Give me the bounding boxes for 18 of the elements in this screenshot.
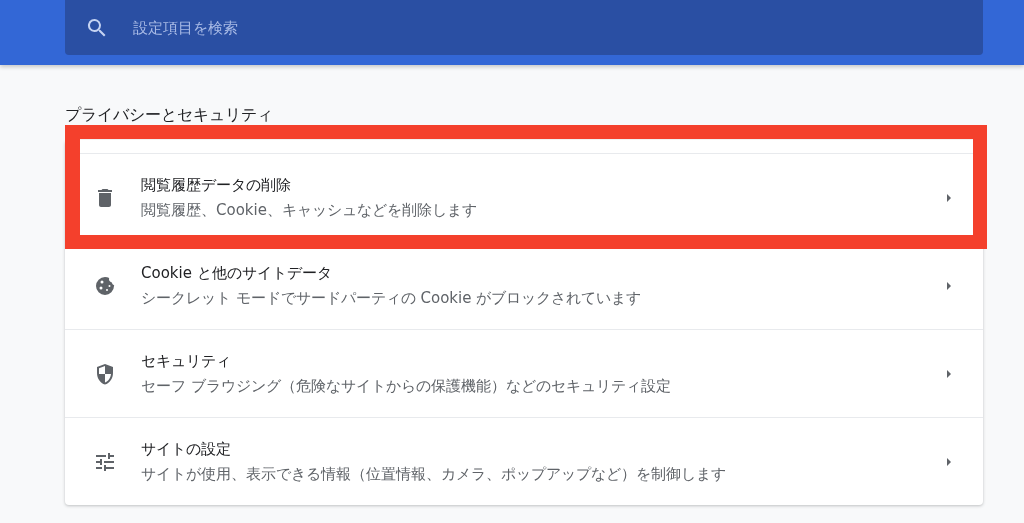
row-title: 閲覧履歴データの削除 <box>141 175 292 195</box>
settings-row[interactable]: セキュリティ セーフ ブラウジング（危険なサイトからの保護機能）などのセキュリティ設定 <box>65 329 983 417</box>
caret-icon <box>945 367 953 380</box>
row-description: シークレット モードでサードパーティの Cookie がブロックされています <box>141 288 643 308</box>
settings-row[interactable]: Cookie と他のサイトデータ シークレット モードでサードパーティの Cookie がブロックされています <box>65 241 983 329</box>
row-description: セーフ ブラウジング（危険なサイトからの保護機能）などのセキュリティ設定 <box>141 376 672 396</box>
row-description: サイトが使用、表示できる情報（位置情報、カメラ、ポップアップなど）を制御します <box>141 464 727 484</box>
caret-icon <box>945 191 953 204</box>
row-title: セキュリティ <box>141 351 232 371</box>
settings-row[interactable]: サイトの設定 サイトが使用、表示できる情報（位置情報、カメラ、ポップアップなど）を制御します <box>65 417 983 505</box>
caret-icon <box>945 279 953 292</box>
caret-icon <box>945 455 953 468</box>
section-title: プライバシーとセキュリティ <box>65 105 274 125</box>
search-bar[interactable]: 設定項目を検索 <box>65 0 983 55</box>
row-description: 閲覧履歴、Cookie、キャッシュなどを削除します <box>141 200 478 220</box>
settings-row[interactable]: 閲覧履歴データの削除 閲覧履歴、Cookie、キャッシュなどを削除します <box>65 153 983 241</box>
row-title: Cookie と他のサイトデータ <box>141 263 333 283</box>
row-title: サイトの設定 <box>141 439 232 459</box>
